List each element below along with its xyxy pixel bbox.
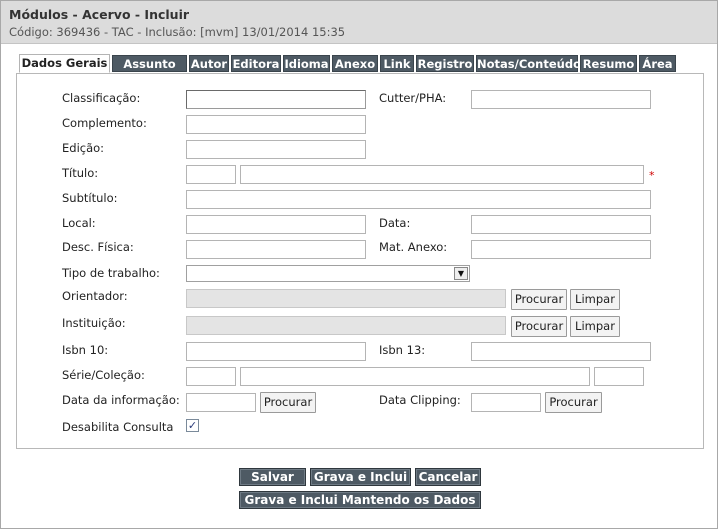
tab-resumo[interactable]: Resumo <box>580 55 637 72</box>
tab-dados-gerais[interactable]: Dados Gerais <box>19 54 110 73</box>
local-label: Local: <box>62 216 96 230</box>
instituicao-procurar-button[interactable]: Procurar <box>511 316 567 337</box>
tipo-trabalho-select[interactable]: ▼ <box>186 265 470 282</box>
record-info: Código: 369436 - TAC - Inclusão: [mvm] 1… <box>9 25 346 39</box>
serie-number-input[interactable] <box>594 367 644 386</box>
desc-fisica-label: Desc. Física: <box>62 240 134 254</box>
mat-anexo-label: Mat. Anexo: <box>379 240 448 254</box>
desc-fisica-input[interactable] <box>186 240 366 259</box>
data-label: Data: <box>379 216 411 230</box>
local-input[interactable] <box>186 215 366 234</box>
data-informacao-label: Data da informação: <box>62 393 180 407</box>
tab-editora[interactable]: Editora <box>231 55 281 72</box>
complemento-input[interactable] <box>186 115 366 134</box>
data-clipping-input[interactable] <box>471 393 541 412</box>
titulo-label: Título: <box>62 166 99 180</box>
tipo-trabalho-label: Tipo de trabalho: <box>62 266 160 280</box>
grava-inclui-button[interactable]: Grava e Inclui <box>310 468 411 486</box>
data-clipping-label: Data Clipping: <box>379 393 461 407</box>
data-informacao-procurar-button[interactable]: Procurar <box>260 392 316 413</box>
edicao-label: Edição: <box>62 141 105 155</box>
chevron-down-icon[interactable]: ▼ <box>454 267 468 280</box>
orientador-label: Orientador: <box>62 289 128 303</box>
isbn13-label: Isbn 13: <box>379 343 426 357</box>
cutter-label: Cutter/PHA: <box>379 91 447 105</box>
cancelar-button[interactable]: Cancelar <box>415 468 481 486</box>
data-informacao-input[interactable] <box>186 393 256 412</box>
mat-anexo-input[interactable] <box>471 240 651 259</box>
classificacao-input[interactable] <box>186 90 366 109</box>
subtitulo-label: Subtítulo: <box>62 191 118 205</box>
edicao-input[interactable] <box>186 140 366 159</box>
instituicao-label: Instituição: <box>62 316 126 330</box>
data-clipping-procurar-button[interactable]: Procurar <box>545 392 602 413</box>
cutter-input[interactable] <box>471 90 651 109</box>
tab-anexo[interactable]: Anexo <box>332 55 378 72</box>
serie-label: Série/Coleção: <box>62 368 145 382</box>
orientador-procurar-button[interactable]: Procurar <box>511 289 567 310</box>
subtitulo-input[interactable] <box>186 190 651 209</box>
isbn10-input[interactable] <box>186 342 366 361</box>
tab-registro[interactable]: Registro <box>416 55 474 72</box>
tab-link[interactable]: Link <box>380 55 414 72</box>
checkmark-icon: ✓ <box>187 419 198 432</box>
orientador-input <box>186 289 506 308</box>
page-title: Módulos - Acervo - Incluir <box>9 7 190 22</box>
tab-notas-conteudo[interactable]: Notas/Conteúdo <box>476 55 581 72</box>
tab-assunto[interactable]: Assunto <box>112 55 187 72</box>
desabilita-checkbox[interactable]: ✓ <box>186 419 199 432</box>
window-frame: Módulos - Acervo - Incluir Código: 36943… <box>0 0 718 529</box>
serie-prefix-input[interactable] <box>186 367 236 386</box>
data-input[interactable] <box>471 215 651 234</box>
titulo-prefix-input[interactable] <box>186 165 236 184</box>
isbn13-input[interactable] <box>471 342 651 361</box>
tab-autor[interactable]: Autor <box>189 55 229 72</box>
grava-mantendo-button[interactable]: Grava e Inclui Mantendo os Dados <box>239 491 481 509</box>
titulo-input[interactable] <box>240 165 644 184</box>
instituicao-input <box>186 316 506 335</box>
page-header: Módulos - Acervo - Incluir Código: 36943… <box>1 1 717 44</box>
tab-area[interactable]: Área <box>639 55 676 72</box>
classificacao-label: Classificação: <box>62 91 141 105</box>
complemento-label: Complemento: <box>62 116 147 130</box>
orientador-limpar-button[interactable]: Limpar <box>570 289 620 310</box>
serie-input[interactable] <box>240 367 590 386</box>
isbn10-label: Isbn 10: <box>62 343 109 357</box>
desabilita-label: Desabilita Consulta <box>62 420 174 434</box>
salvar-button[interactable]: Salvar <box>239 468 306 486</box>
tab-idioma[interactable]: Idioma <box>283 55 330 72</box>
instituicao-limpar-button[interactable]: Limpar <box>570 316 620 337</box>
required-marker: * <box>649 169 655 182</box>
